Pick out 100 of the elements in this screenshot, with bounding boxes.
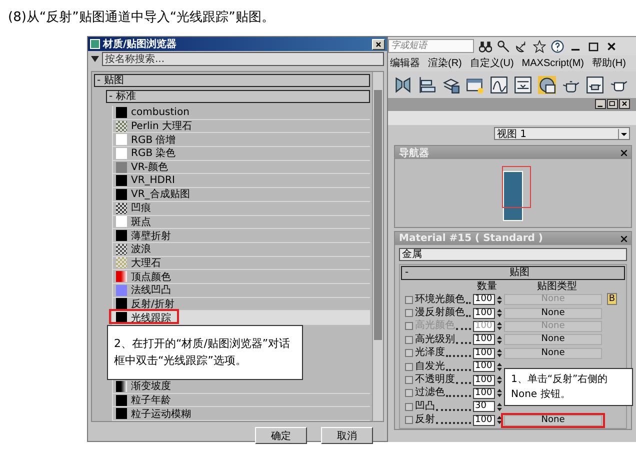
group-header[interactable]: - 标准	[106, 90, 370, 103]
amount-field[interactable]: 100	[473, 414, 495, 426]
map-list-item[interactable]: VR_HDRI	[113, 174, 370, 188]
search-field[interactable]: 按名称搜索...	[102, 52, 384, 66]
maximize-icon[interactable]	[607, 99, 618, 109]
material-node[interactable]	[503, 171, 523, 221]
amount-field[interactable]: 100	[473, 294, 495, 306]
checkbox[interactable]	[405, 296, 413, 304]
map-label: 不透明度	[415, 374, 455, 386]
spinner-arrows-icon[interactable]	[497, 375, 502, 386]
material-name-field[interactable]: 金属	[399, 248, 627, 261]
close-icon[interactable]	[621, 236, 627, 242]
spinner-arrows-icon[interactable]	[497, 362, 502, 372]
view-dropdown[interactable]: 视图 1	[494, 127, 630, 140]
map-list-item[interactable]: 粒子年龄	[113, 394, 370, 408]
map-list-item[interactable]: 渐变坡度	[113, 380, 370, 394]
map-button[interactable]: None	[504, 308, 602, 319]
map-list-item[interactable]: 斑点	[113, 216, 370, 230]
callout-note: 1、单击“反射”右侧的 None 按钮。	[504, 368, 633, 406]
column-header: 数量	[476, 280, 498, 293]
app-icon	[90, 39, 100, 49]
help-icon[interactable]	[551, 40, 564, 52]
scrollbar[interactable]	[372, 72, 383, 422]
maximize-icon[interactable]	[587, 40, 600, 52]
map-list-item[interactable]: 大理石	[113, 256, 370, 270]
amount-field[interactable]: 100	[473, 388, 495, 399]
binoculars-icon[interactable]	[479, 40, 492, 52]
close-icon[interactable]	[619, 99, 630, 109]
map-label: 过滤色	[415, 387, 445, 400]
map-label: 反射	[415, 414, 435, 426]
lock-badge[interactable]: B	[607, 293, 617, 305]
dialog-button[interactable]: 取消	[321, 427, 373, 444]
amount-field[interactable]: 100	[473, 361, 495, 372]
instruction-heading: (8)从“反射”贴图通道中导入“光线跟踪”贴图。	[7, 9, 276, 27]
panel-title: Material #15 ( Standard )	[399, 233, 544, 244]
checkbox[interactable]	[405, 416, 413, 424]
map-list-item[interactable]: 凹痕	[113, 202, 370, 216]
rollout-header[interactable]: - 贴图	[401, 266, 625, 280]
panel-icon[interactable]	[514, 76, 532, 94]
checkbox[interactable]	[405, 309, 413, 318]
spinner-arrows-icon[interactable]	[497, 308, 502, 318]
dialog-button[interactable]: 确定	[255, 427, 307, 444]
group-header[interactable]: - 贴图	[94, 74, 370, 87]
dropdown-arrow-icon[interactable]	[618, 128, 629, 138]
map-list-item[interactable]: combustion	[113, 106, 370, 120]
spinner-arrows-icon[interactable]	[497, 294, 502, 305]
star-icon[interactable]	[533, 40, 546, 52]
teapot-icon[interactable]	[586, 76, 604, 94]
checkbox[interactable]	[405, 349, 413, 358]
curve-editor-icon[interactable]	[490, 76, 508, 94]
map-label: 凹凸	[415, 400, 435, 413]
viewport-frame	[502, 166, 531, 208]
map-list-item[interactable]: 法线凹凸	[113, 284, 370, 298]
close-icon[interactable]	[621, 150, 627, 156]
spinner-arrows-icon[interactable]	[497, 388, 502, 398]
spinner-arrows-icon[interactable]	[497, 348, 502, 358]
map-list-item[interactable]: VR-颜色	[113, 160, 370, 174]
map-list-item[interactable]: RGB 倍增	[113, 133, 370, 148]
map-list-item[interactable]: VR_合成贴图	[113, 188, 370, 202]
spinner-arrows-icon[interactable]	[497, 402, 502, 412]
map-list-item[interactable]: 粒子运动模糊	[113, 407, 370, 422]
dropdown-triangle-icon[interactable]	[91, 56, 99, 62]
amount-field[interactable]: 100	[473, 334, 495, 346]
map-label: 环境光颜色	[415, 294, 465, 306]
menu-item[interactable]: 编辑器	[390, 56, 420, 70]
column-header: 贴图类型	[536, 280, 578, 293]
amount-field[interactable]: 100	[473, 308, 495, 319]
map-button[interactable]: None	[504, 334, 602, 346]
map-list-item[interactable]: 波浪	[113, 242, 370, 257]
search-field[interactable]: 字或短语	[388, 39, 474, 53]
map-list-item[interactable]: 顶点颜色	[113, 270, 370, 284]
map-label: 漫反射颜色	[415, 307, 465, 320]
close-icon[interactable]	[605, 40, 618, 52]
menu-item[interactable]: MAXScript(M)	[522, 58, 584, 68]
spinner-arrows-icon[interactable]	[497, 415, 502, 426]
amount-field[interactable]: 30	[473, 401, 495, 412]
map-button[interactable]: None	[504, 414, 602, 426]
map-button[interactable]: None	[504, 348, 602, 359]
map-list-item[interactable]: RGB 染色	[113, 147, 370, 161]
menu-item[interactable]: 渲染(R)	[428, 56, 462, 70]
checkbox[interactable]	[405, 402, 413, 411]
checkbox[interactable]	[405, 362, 413, 371]
map-label: 光泽度	[415, 347, 445, 360]
amount-field[interactable]: 100	[473, 374, 495, 386]
checkbox[interactable]	[405, 376, 413, 384]
material-editor-icon[interactable]	[538, 76, 556, 94]
menu-item[interactable]: 帮助(H)	[592, 56, 626, 70]
menu-item[interactable]: 自定义(U)	[470, 56, 514, 70]
map-list-item[interactable]: Perlin 大理石	[113, 120, 370, 134]
satellite-dish-icon[interactable]	[515, 40, 528, 52]
checkbox[interactable]	[405, 336, 413, 344]
map-label: 高光级别	[415, 334, 455, 346]
align-icon[interactable]	[418, 76, 436, 94]
map-list-item[interactable]: 薄壁折射	[113, 229, 370, 243]
minimize-icon[interactable]	[595, 99, 606, 109]
mirror-icon[interactable]	[394, 76, 412, 94]
spinner-arrows-icon[interactable]	[497, 334, 502, 345]
callout-note: 2、在打开的“材质/贴图浏览器”对话框中双击“光线跟踪”选项。	[107, 325, 303, 380]
checkbox[interactable]	[405, 389, 413, 398]
amount-field[interactable]: 100	[473, 348, 495, 359]
